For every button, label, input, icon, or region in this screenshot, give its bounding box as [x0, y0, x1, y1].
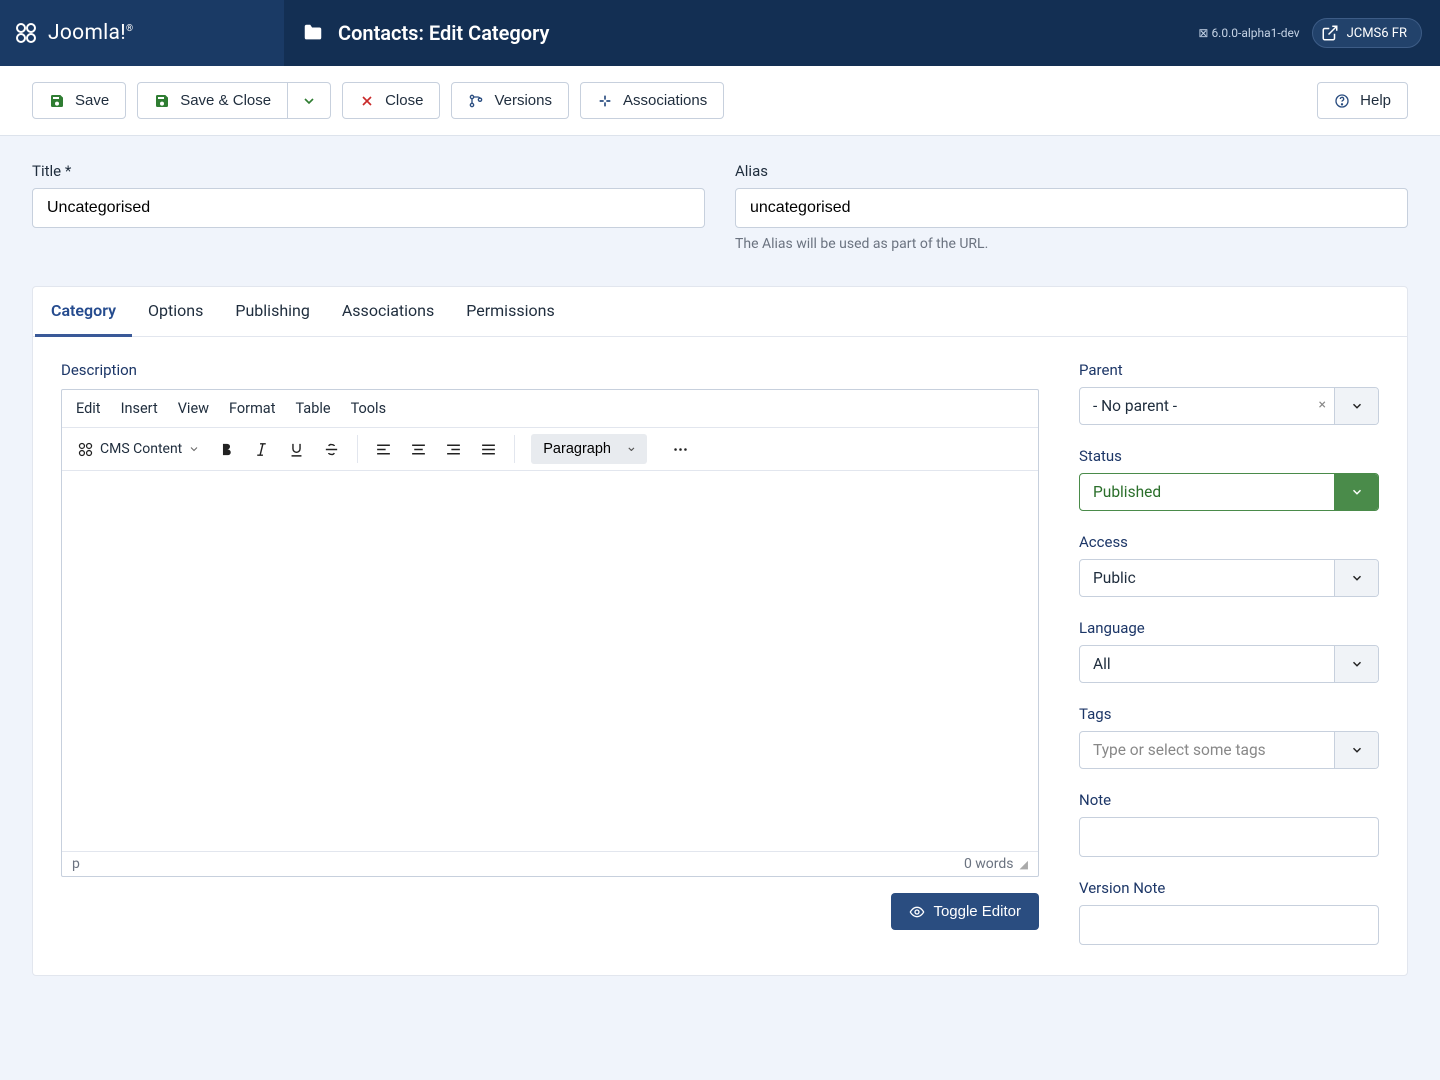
menu-view[interactable]: View	[178, 400, 209, 417]
align-center-button[interactable]	[403, 436, 434, 463]
tab-publishing[interactable]: Publishing	[219, 287, 325, 336]
underline-button[interactable]	[281, 436, 312, 463]
alias-label: Alias	[735, 162, 1408, 180]
alias-hint: The Alias will be used as part of the UR…	[735, 236, 1408, 252]
more-button[interactable]	[665, 436, 696, 463]
align-left-icon	[375, 441, 392, 458]
tab-permissions[interactable]: Permissions	[450, 287, 570, 336]
version-note-input[interactable]	[1079, 905, 1379, 945]
save-close-dropdown[interactable]	[288, 82, 331, 119]
chevron-down-icon[interactable]	[1334, 646, 1378, 682]
close-icon	[359, 93, 375, 109]
menu-tools[interactable]: Tools	[351, 400, 387, 417]
status-select[interactable]: Published	[1079, 473, 1379, 511]
editor-toolbar: CMS Content Par	[62, 427, 1038, 471]
editor-status: p 0 words ◢	[62, 851, 1038, 876]
save-close-button[interactable]: Save & Close	[137, 82, 288, 119]
app-header: Joomla!® Contacts: Edit Category ⊠ 6.0.0…	[0, 0, 1440, 66]
content-card: Category Options Publishing Associations…	[32, 286, 1408, 976]
eye-icon	[909, 904, 925, 920]
save-button[interactable]: Save	[32, 82, 126, 119]
align-justify-icon	[480, 441, 497, 458]
folder-icon	[302, 22, 324, 44]
strike-icon	[323, 441, 340, 458]
menu-edit[interactable]: Edit	[76, 400, 101, 417]
title-input[interactable]	[32, 188, 705, 228]
menu-insert[interactable]: Insert	[121, 400, 158, 417]
block-select[interactable]: Paragraph	[531, 434, 647, 464]
associations-button[interactable]: Associations	[580, 82, 724, 119]
tabs: Category Options Publishing Associations…	[33, 287, 1407, 337]
chevron-down-icon[interactable]	[1334, 732, 1378, 768]
chevron-down-icon[interactable]	[1334, 560, 1378, 596]
menu-format[interactable]: Format	[229, 400, 275, 417]
clear-icon[interactable]: ×	[1311, 388, 1334, 424]
description-label: Description	[61, 361, 1039, 379]
chevron-down-icon	[301, 93, 317, 109]
note-input[interactable]	[1079, 817, 1379, 857]
site-badge[interactable]: JCMS6 FR	[1312, 18, 1422, 48]
align-right-icon	[445, 441, 462, 458]
versions-button[interactable]: Versions	[451, 82, 569, 119]
align-center-icon	[410, 441, 427, 458]
close-button[interactable]: Close	[342, 82, 440, 119]
external-link-icon	[1321, 24, 1339, 42]
chevron-down-icon[interactable]	[1334, 474, 1378, 510]
save-icon	[49, 93, 65, 109]
alias-input[interactable]	[735, 188, 1408, 228]
editor-menubar: Edit Insert View Format Table Tools	[62, 390, 1038, 427]
align-left-button[interactable]	[368, 436, 399, 463]
language-select[interactable]: All	[1079, 645, 1379, 683]
editor: Edit Insert View Format Table Tools CMS …	[61, 389, 1039, 877]
brand-block[interactable]: Joomla!®	[0, 0, 284, 66]
access-label: Access	[1079, 533, 1379, 551]
bold-icon	[218, 441, 235, 458]
cms-content-dropdown[interactable]: CMS Content	[70, 436, 207, 463]
help-button[interactable]: Help	[1317, 82, 1408, 119]
align-justify-button[interactable]	[473, 436, 504, 463]
strike-button[interactable]	[316, 436, 347, 463]
title-label: Title *	[32, 162, 705, 180]
align-right-button[interactable]	[438, 436, 469, 463]
branch-icon	[468, 93, 484, 109]
header-right: ⊠ 6.0.0-alpha1-dev JCMS6 FR	[1198, 0, 1440, 66]
tags-select[interactable]: Type or select some tags	[1079, 731, 1379, 769]
chevron-down-icon[interactable]	[1334, 388, 1378, 424]
status-label: Status	[1079, 447, 1379, 465]
more-icon	[672, 441, 689, 458]
word-count: 0 words	[964, 856, 1014, 872]
toggle-editor-button[interactable]: Toggle Editor	[891, 893, 1039, 930]
italic-button[interactable]	[246, 436, 277, 463]
tab-options[interactable]: Options	[132, 287, 219, 336]
toolbar: Save Save & Close Close Versions Associa…	[0, 66, 1440, 136]
tab-category[interactable]: Category	[35, 287, 132, 337]
resize-handle[interactable]: ◢	[1020, 858, 1028, 871]
underline-icon	[288, 441, 305, 458]
italic-icon	[253, 441, 270, 458]
parent-label: Parent	[1079, 361, 1379, 379]
parent-select[interactable]: - No parent - ×	[1079, 387, 1379, 425]
bold-button[interactable]	[211, 436, 242, 463]
brand-label: Joomla!®	[48, 21, 133, 45]
note-label: Note	[1079, 791, 1379, 809]
chevron-down-icon	[188, 443, 200, 455]
menu-table[interactable]: Table	[295, 400, 330, 417]
joomla-icon	[77, 441, 94, 458]
language-label: Language	[1079, 619, 1379, 637]
version-text: ⊠ 6.0.0-alpha1-dev	[1198, 26, 1299, 40]
joomla-icon	[14, 21, 38, 45]
access-select[interactable]: Public	[1079, 559, 1379, 597]
tags-label: Tags	[1079, 705, 1379, 723]
help-icon	[1334, 93, 1350, 109]
save-close-group: Save & Close	[137, 82, 331, 119]
version-note-label: Version Note	[1079, 879, 1379, 897]
editor-content[interactable]	[62, 471, 1038, 851]
save-icon	[154, 93, 170, 109]
page-title: Contacts: Edit Category	[284, 0, 1198, 66]
associations-icon	[597, 93, 613, 109]
tab-associations[interactable]: Associations	[326, 287, 450, 336]
editor-path[interactable]: p	[72, 856, 80, 872]
